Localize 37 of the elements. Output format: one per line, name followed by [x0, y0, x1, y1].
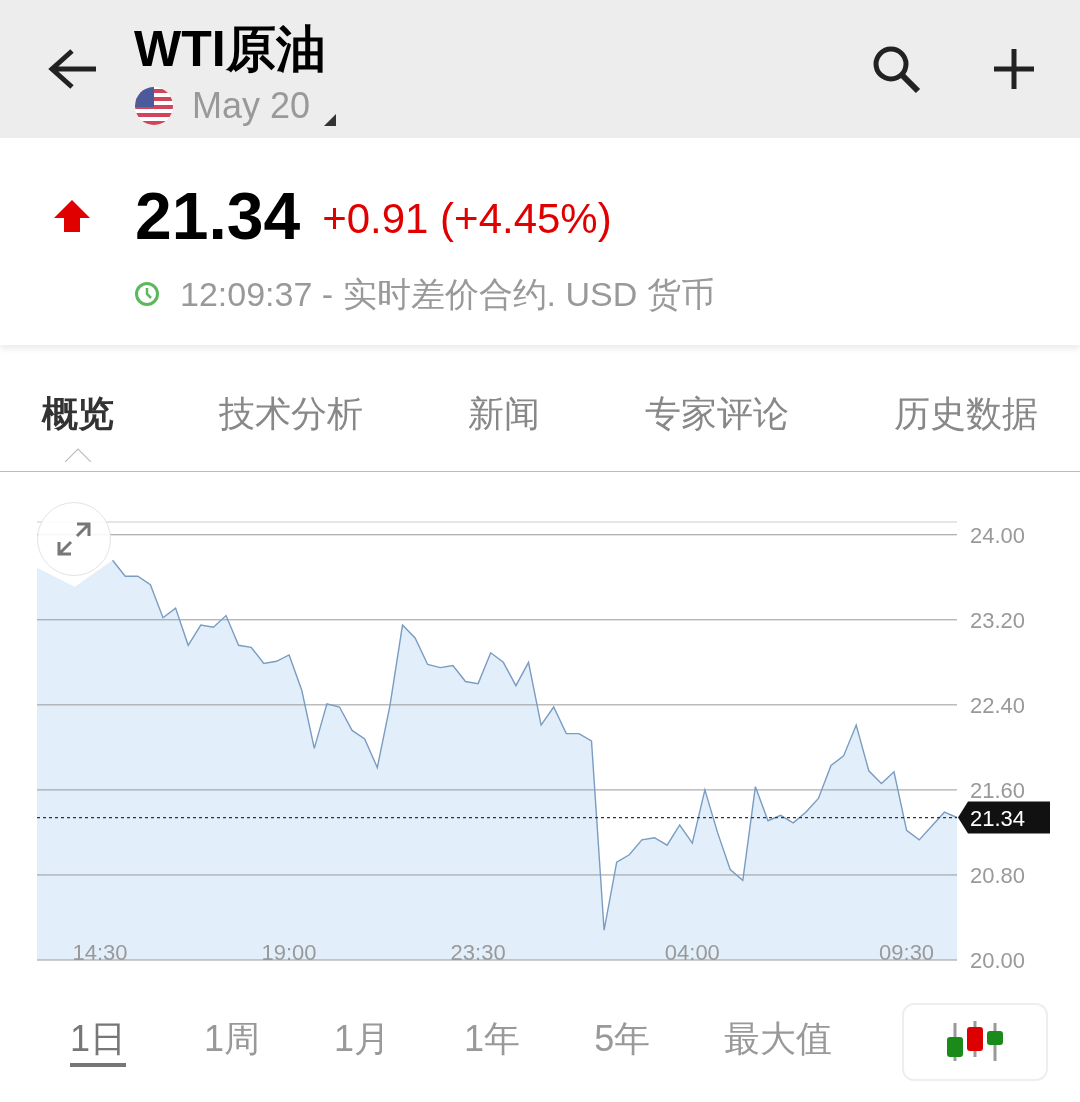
- x-tick-label: 14:30: [72, 940, 128, 965]
- back-icon[interactable]: [46, 47, 98, 91]
- y-tick-label: 24.00: [970, 522, 1026, 548]
- tab[interactable]: 概览: [42, 388, 114, 440]
- clock-icon: [134, 281, 160, 307]
- flag-icon: [134, 86, 174, 126]
- y-tick-label: 20.00: [970, 948, 1026, 973]
- chart-type-button[interactable]: [902, 1003, 1048, 1081]
- expand-button[interactable]: [37, 502, 111, 576]
- add-icon[interactable]: [992, 47, 1036, 91]
- selected-tab-notch: [65, 448, 91, 462]
- expand-icon: [55, 520, 93, 558]
- tab[interactable]: 历史数据: [894, 388, 1038, 440]
- price-change: +0.91 (+4.45%): [322, 194, 612, 244]
- y-tick-label: 23.20: [970, 607, 1026, 633]
- range-tab[interactable]: 5年: [594, 1017, 651, 1067]
- x-tick-label: 04:00: [664, 940, 720, 965]
- x-tick-label: 23:30: [450, 940, 506, 965]
- quote-time: 12:09:37 - 实时差价合约. USD 货币: [180, 274, 715, 314]
- y-tick-label: 22.40: [970, 692, 1026, 718]
- price: 21.34: [135, 180, 301, 252]
- range-tab[interactable]: 最大值: [724, 1017, 833, 1067]
- range-tab[interactable]: 1日: [70, 1017, 127, 1067]
- x-tick-label: 09:30: [879, 940, 935, 965]
- instrument-title: WTI原油: [134, 20, 327, 78]
- range-tab[interactable]: 1月: [334, 1017, 391, 1067]
- range-tab[interactable]: 1年: [464, 1017, 521, 1067]
- dropdown-corner-icon[interactable]: [324, 114, 337, 126]
- date-dropdown[interactable]: May 20: [192, 86, 311, 126]
- x-tick-label: 19:00: [261, 940, 317, 965]
- tab[interactable]: 新闻: [468, 388, 540, 440]
- range-tab[interactable]: 1周: [204, 1017, 261, 1067]
- current-price-label: 21.34: [970, 805, 1026, 831]
- y-tick-label: 20.80: [970, 862, 1026, 888]
- y-tick-label: 21.60: [970, 777, 1026, 803]
- tab[interactable]: 专家评论: [645, 388, 789, 440]
- tab[interactable]: 技术分析: [219, 388, 363, 440]
